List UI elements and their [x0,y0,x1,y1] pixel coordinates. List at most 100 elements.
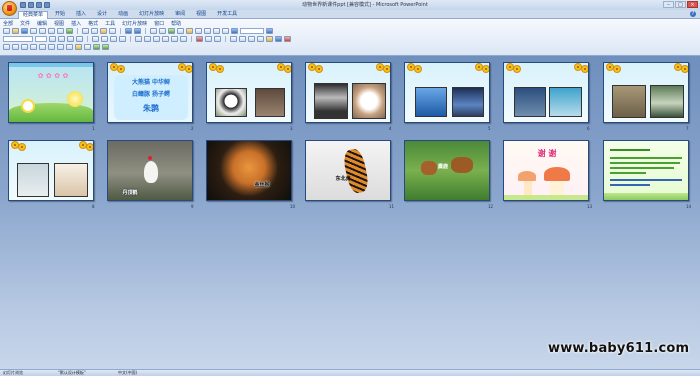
menu-tools[interactable]: 工具 [105,20,115,27]
insert-wordart-icon[interactable] [186,28,193,34]
decrease-font-icon[interactable] [162,36,169,42]
slide-thumbnail[interactable] [603,140,689,201]
email-icon[interactable] [39,28,46,34]
open-icon[interactable] [12,28,19,34]
slide-thumbnail[interactable]: 东北虎 [305,140,391,201]
permission-icon[interactable] [30,28,37,34]
insert-table-icon[interactable] [159,28,166,34]
spelling-icon[interactable] [66,28,73,34]
increase-indent-icon[interactable] [180,36,187,42]
line-tool-icon[interactable] [30,44,37,50]
tab-review[interactable]: 审阅 [171,11,189,18]
line-color-icon[interactable] [275,36,282,42]
shadow-icon[interactable] [76,36,83,42]
wordart-tool-icon[interactable] [75,44,82,50]
new-icon[interactable] [3,28,10,34]
justify-icon[interactable] [119,36,126,42]
slide-thumbnail[interactable]: ✿ ✿ ✿ ✿ [8,62,94,123]
slide-thumbnail[interactable] [404,62,490,123]
format-painter-icon[interactable] [109,28,116,34]
text-color-icon[interactable] [284,36,291,42]
slide-thumbnail[interactable] [206,62,292,123]
slide-thumbnail[interactable] [305,62,391,123]
font-color-icon[interactable] [196,36,203,42]
rectangle-icon[interactable] [248,36,255,42]
save-icon[interactable] [20,2,26,8]
align-right-icon[interactable] [110,36,117,42]
select-icon[interactable] [12,44,19,50]
insert-textbox-icon[interactable] [177,28,184,34]
numbering-icon[interactable] [135,36,142,42]
insert-hyperlink-icon[interactable] [195,28,202,34]
maximize-button[interactable]: □ [675,1,686,8]
clipart-tool-icon[interactable] [93,44,100,50]
font-name-combo[interactable] [3,36,33,42]
fill-color-icon[interactable] [266,36,273,42]
cut-icon[interactable] [82,28,89,34]
minimize-button[interactable]: – [663,1,674,8]
menu-edit[interactable]: 编辑 [37,20,47,27]
slide-thumbnail[interactable] [8,140,94,201]
autoshapes-icon[interactable] [21,44,28,50]
bullets-icon[interactable] [144,36,151,42]
slide-thumbnail[interactable]: 大熊猫 中华鲟 白鳍豚 扬子鳄 朱鹮 [107,62,193,123]
tab-design[interactable]: 设计 [93,11,111,18]
tab-developer[interactable]: 开发工具 [213,11,241,18]
italic-icon[interactable] [58,36,65,42]
menu-format[interactable]: 格式 [88,20,98,27]
print-icon[interactable] [48,28,55,34]
paste-icon[interactable] [100,28,107,34]
picture-tool-icon[interactable] [102,44,109,50]
font-size-combo[interactable] [35,36,47,42]
insert-picture-icon[interactable] [168,28,175,34]
decrease-indent-icon[interactable] [171,36,178,42]
line-icon[interactable] [230,36,237,42]
show-formatting-icon[interactable] [213,28,220,34]
tab-view[interactable]: 视图 [192,11,210,18]
help-icon[interactable]: ? [690,11,696,17]
increase-font-icon[interactable] [153,36,160,42]
align-left-icon[interactable] [92,36,99,42]
bold-icon[interactable] [49,36,56,42]
draw-icon[interactable] [3,44,10,50]
tab-home[interactable]: 开始 [51,11,69,18]
expand-icon[interactable] [204,28,211,34]
help-toolbar-icon[interactable] [266,28,273,34]
menu-insert[interactable]: 插入 [71,20,81,27]
copy-icon[interactable] [91,28,98,34]
slide-thumbnail[interactable]: 金丝猴 [206,140,292,201]
menu-window[interactable]: 窗口 [154,20,164,27]
grayscale-icon[interactable] [231,28,238,34]
tab-classic-menu[interactable]: 经典菜单 [18,11,49,19]
new-slide-icon[interactable] [214,36,221,42]
align-center-icon[interactable] [101,36,108,42]
tab-insert[interactable]: 插入 [72,11,90,18]
close-button[interactable]: × [687,1,698,8]
print-preview-icon[interactable] [57,28,64,34]
oval-icon[interactable] [257,36,264,42]
office-button[interactable] [2,1,17,16]
underline-icon[interactable] [67,36,74,42]
slide-thumbnail[interactable]: 丹顶鹤 [107,140,193,201]
undo-icon[interactable] [28,2,34,8]
textbox-tool-icon[interactable] [66,44,73,50]
grid-icon[interactable] [222,28,229,34]
rect-tool-icon[interactable] [48,44,55,50]
save-icon[interactable] [21,28,28,34]
customize-qat-icon[interactable] [44,2,50,8]
zoom-combo[interactable] [240,28,264,34]
tab-slideshow[interactable]: 幻灯片放映 [135,11,168,18]
slide-thumbnail[interactable] [603,62,689,123]
menu-slideshow[interactable]: 幻灯片放映 [122,20,147,27]
undo-icon[interactable] [125,28,132,34]
diagram-tool-icon[interactable] [84,44,91,50]
design-icon[interactable] [205,36,212,42]
slide-thumbnail[interactable]: 谢 谢 [503,140,589,201]
arrow-icon[interactable] [239,36,246,42]
menu-all[interactable]: 全部 [3,20,13,27]
redo-icon[interactable] [36,2,42,8]
redo-icon[interactable] [134,28,141,34]
slide-thumbnail[interactable] [503,62,589,123]
oval-tool-icon[interactable] [57,44,64,50]
tab-animation[interactable]: 动画 [114,11,132,18]
